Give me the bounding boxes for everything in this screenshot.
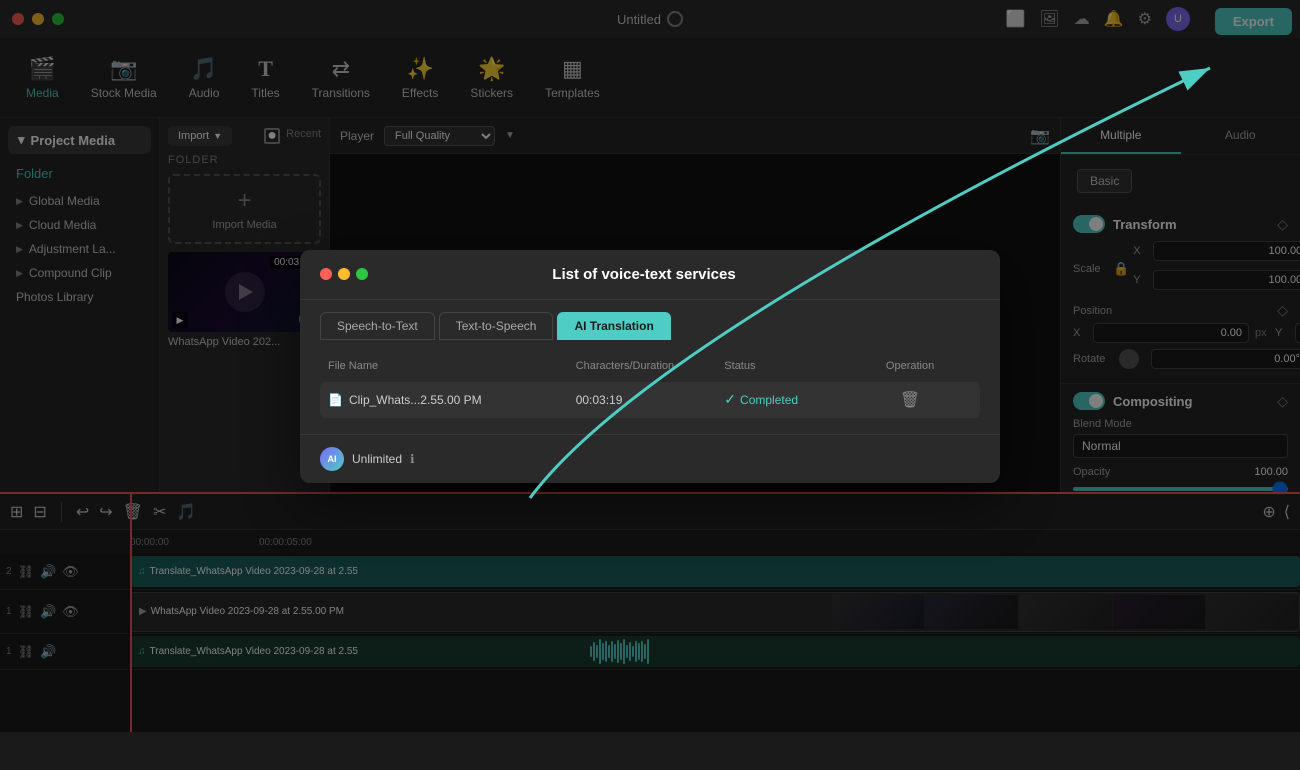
- status-cell: ✓ Completed: [724, 391, 848, 408]
- unlimited-text: Unlimited: [352, 452, 402, 466]
- modal-header: List of voice-text services: [300, 250, 1000, 300]
- table-row: 📄 Clip_Whats...2.55.00 PM 00:03:19 ✓ Com…: [320, 382, 980, 418]
- col-duration: Characters/Duration: [576, 360, 725, 372]
- ai-label: AI: [328, 454, 337, 464]
- duration-cell: 00:03:19: [576, 393, 725, 407]
- col-status: Status: [724, 360, 848, 372]
- check-icon: ✓: [724, 391, 736, 408]
- col-operation: Operation: [848, 360, 972, 372]
- info-icon[interactable]: ℹ: [410, 452, 415, 466]
- file-icon: 📄: [328, 393, 343, 407]
- modal-footer: AI Unlimited ℹ: [300, 434, 1000, 483]
- col-filename: File Name: [328, 360, 576, 372]
- modal-minimize[interactable]: [338, 268, 350, 280]
- ai-icon: AI: [320, 447, 344, 471]
- file-name-cell: 📄 Clip_Whats...2.55.00 PM: [328, 393, 576, 407]
- modal-title: List of voice-text services: [552, 266, 735, 283]
- table-header: File Name Characters/Duration Status Ope…: [320, 356, 980, 376]
- modal-close[interactable]: [320, 268, 332, 280]
- file-name: Clip_Whats...2.55.00 PM: [349, 393, 482, 407]
- delete-button[interactable]: 🗑: [900, 390, 920, 410]
- modal-body: File Name Characters/Duration Status Ope…: [300, 340, 1000, 434]
- tab-ai-translation[interactable]: AI Translation: [557, 312, 670, 340]
- modal: List of voice-text services Speech-to-Te…: [300, 250, 1000, 483]
- status-text: Completed: [740, 393, 798, 407]
- modal-tabs: Speech-to-Text Text-to-Speech AI Transla…: [300, 300, 1000, 340]
- tab-speech-to-text[interactable]: Speech-to-Text: [320, 312, 435, 340]
- modal-traffic-lights: [320, 268, 368, 280]
- modal-overlay[interactable]: List of voice-text services Speech-to-Te…: [0, 0, 1300, 732]
- tab-text-to-speech[interactable]: Text-to-Speech: [439, 312, 554, 340]
- modal-maximize[interactable]: [356, 268, 368, 280]
